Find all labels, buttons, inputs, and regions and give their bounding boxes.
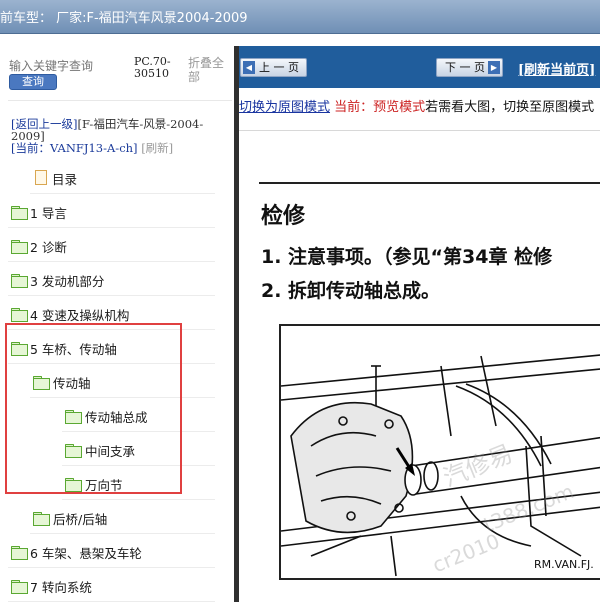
pc-code: PC.70-30510 <box>134 55 171 80</box>
tree-item-frame-suspension[interactable]: 6 车架、悬架及车轮 <box>0 534 234 568</box>
document-step-1: 1. 注意事项。（参见“第34章 检修 <box>261 246 553 268</box>
tree-item-contents[interactable]: 目录 <box>0 160 234 194</box>
tree-item-engine[interactable]: 3 发动机部分 <box>0 262 234 296</box>
folder-icon <box>11 240 28 254</box>
vehicle-title: 前车型： 厂家:F-福田汽车风景2004-2009 <box>0 11 248 26</box>
page-toolbar: ◀ 上 一 页 下 一 页 ▶ [刷新当前页] <box>239 46 600 88</box>
tree-item-steering[interactable]: 7 转向系统 <box>0 568 234 602</box>
content-panel: ◀ 上 一 页 下 一 页 ▶ [刷新当前页] 切换为原图模式 当前：预览模式若… <box>239 46 600 602</box>
view-mode-bar: 切换为原图模式 当前：预览模式若需看大图，切换至原图模式 <box>239 96 600 118</box>
folder-icon <box>11 580 28 594</box>
driveshaft-figure: 汽修易 t388.com cr2010 <box>279 324 600 580</box>
refresh-link[interactable]: [刷新] <box>141 141 173 155</box>
refresh-page-link[interactable]: [刷新当前页] <box>518 59 595 78</box>
nav-info: [返回上一级][F-福田汽车-风景-2004-2009] [当前：VANFJ13… <box>11 118 233 154</box>
arrow-left-icon: ◀ <box>243 61 255 74</box>
document-rule <box>259 182 600 184</box>
document-step-2: 2. 拆卸传动轴总成。 <box>261 280 441 302</box>
current-label: [当前： <box>11 141 50 155</box>
tree-item-introduction[interactable]: 1 导言 <box>0 194 234 228</box>
next-page-label: 下 一 页 <box>445 61 485 74</box>
search-input[interactable] <box>9 58 127 74</box>
tree-item-label: 2 诊断 <box>30 240 67 255</box>
tree-item-label: 6 车架、悬架及车轮 <box>30 546 142 561</box>
prev-page-label: 上 一 页 <box>259 61 299 74</box>
search-area: 查询 PC.70-30510 折叠全部 <box>0 46 234 98</box>
current-value: VANFJ13-A-ch] <box>50 141 138 155</box>
tree-item-label: 1 导言 <box>30 206 67 221</box>
driveshaft-illustration <box>280 354 600 577</box>
mode-hint: 若需看大图，切换至原图模式 <box>425 100 595 115</box>
next-page-button[interactable]: 下 一 页 ▶ <box>436 58 503 77</box>
collapse-all-link[interactable]: 折叠全部 <box>188 56 228 84</box>
folder-icon <box>11 274 28 288</box>
divider-line <box>239 130 600 131</box>
document-icon <box>35 170 47 185</box>
divider-line <box>8 100 232 101</box>
tree-item-diagnosis[interactable]: 2 诊断 <box>0 228 234 262</box>
prev-page-button[interactable]: ◀ 上 一 页 <box>240 58 307 77</box>
switch-original-mode-link[interactable]: 切换为原图模式 <box>239 100 330 115</box>
tree-item-label: 3 发动机部分 <box>30 274 105 289</box>
arrow-right-icon: ▶ <box>488 61 500 74</box>
folder-icon <box>33 512 50 526</box>
folder-icon <box>11 308 28 322</box>
title-bar: 前车型： 厂家:F-福田汽车风景2004-2009 <box>0 0 600 34</box>
highlight-annotation-box <box>5 323 182 494</box>
tree-item-label: 7 转向系统 <box>30 580 92 595</box>
tree-item-label: 后桥/后轴 <box>53 512 108 527</box>
search-button[interactable]: 查询 <box>9 74 57 90</box>
figure-code: RM.VAN.FJ. <box>534 558 594 571</box>
document-heading: 检修 <box>261 204 306 229</box>
current-mode-label: 当前：预览模式 <box>334 100 426 115</box>
folder-icon <box>11 206 28 220</box>
tree-item-label: 4 变速及操纵机构 <box>30 308 130 323</box>
tree-item-label: 目录 <box>52 172 78 187</box>
folder-icon <box>11 546 28 560</box>
tree-item-rear-axle[interactable]: 后桥/后轴 <box>0 500 234 534</box>
